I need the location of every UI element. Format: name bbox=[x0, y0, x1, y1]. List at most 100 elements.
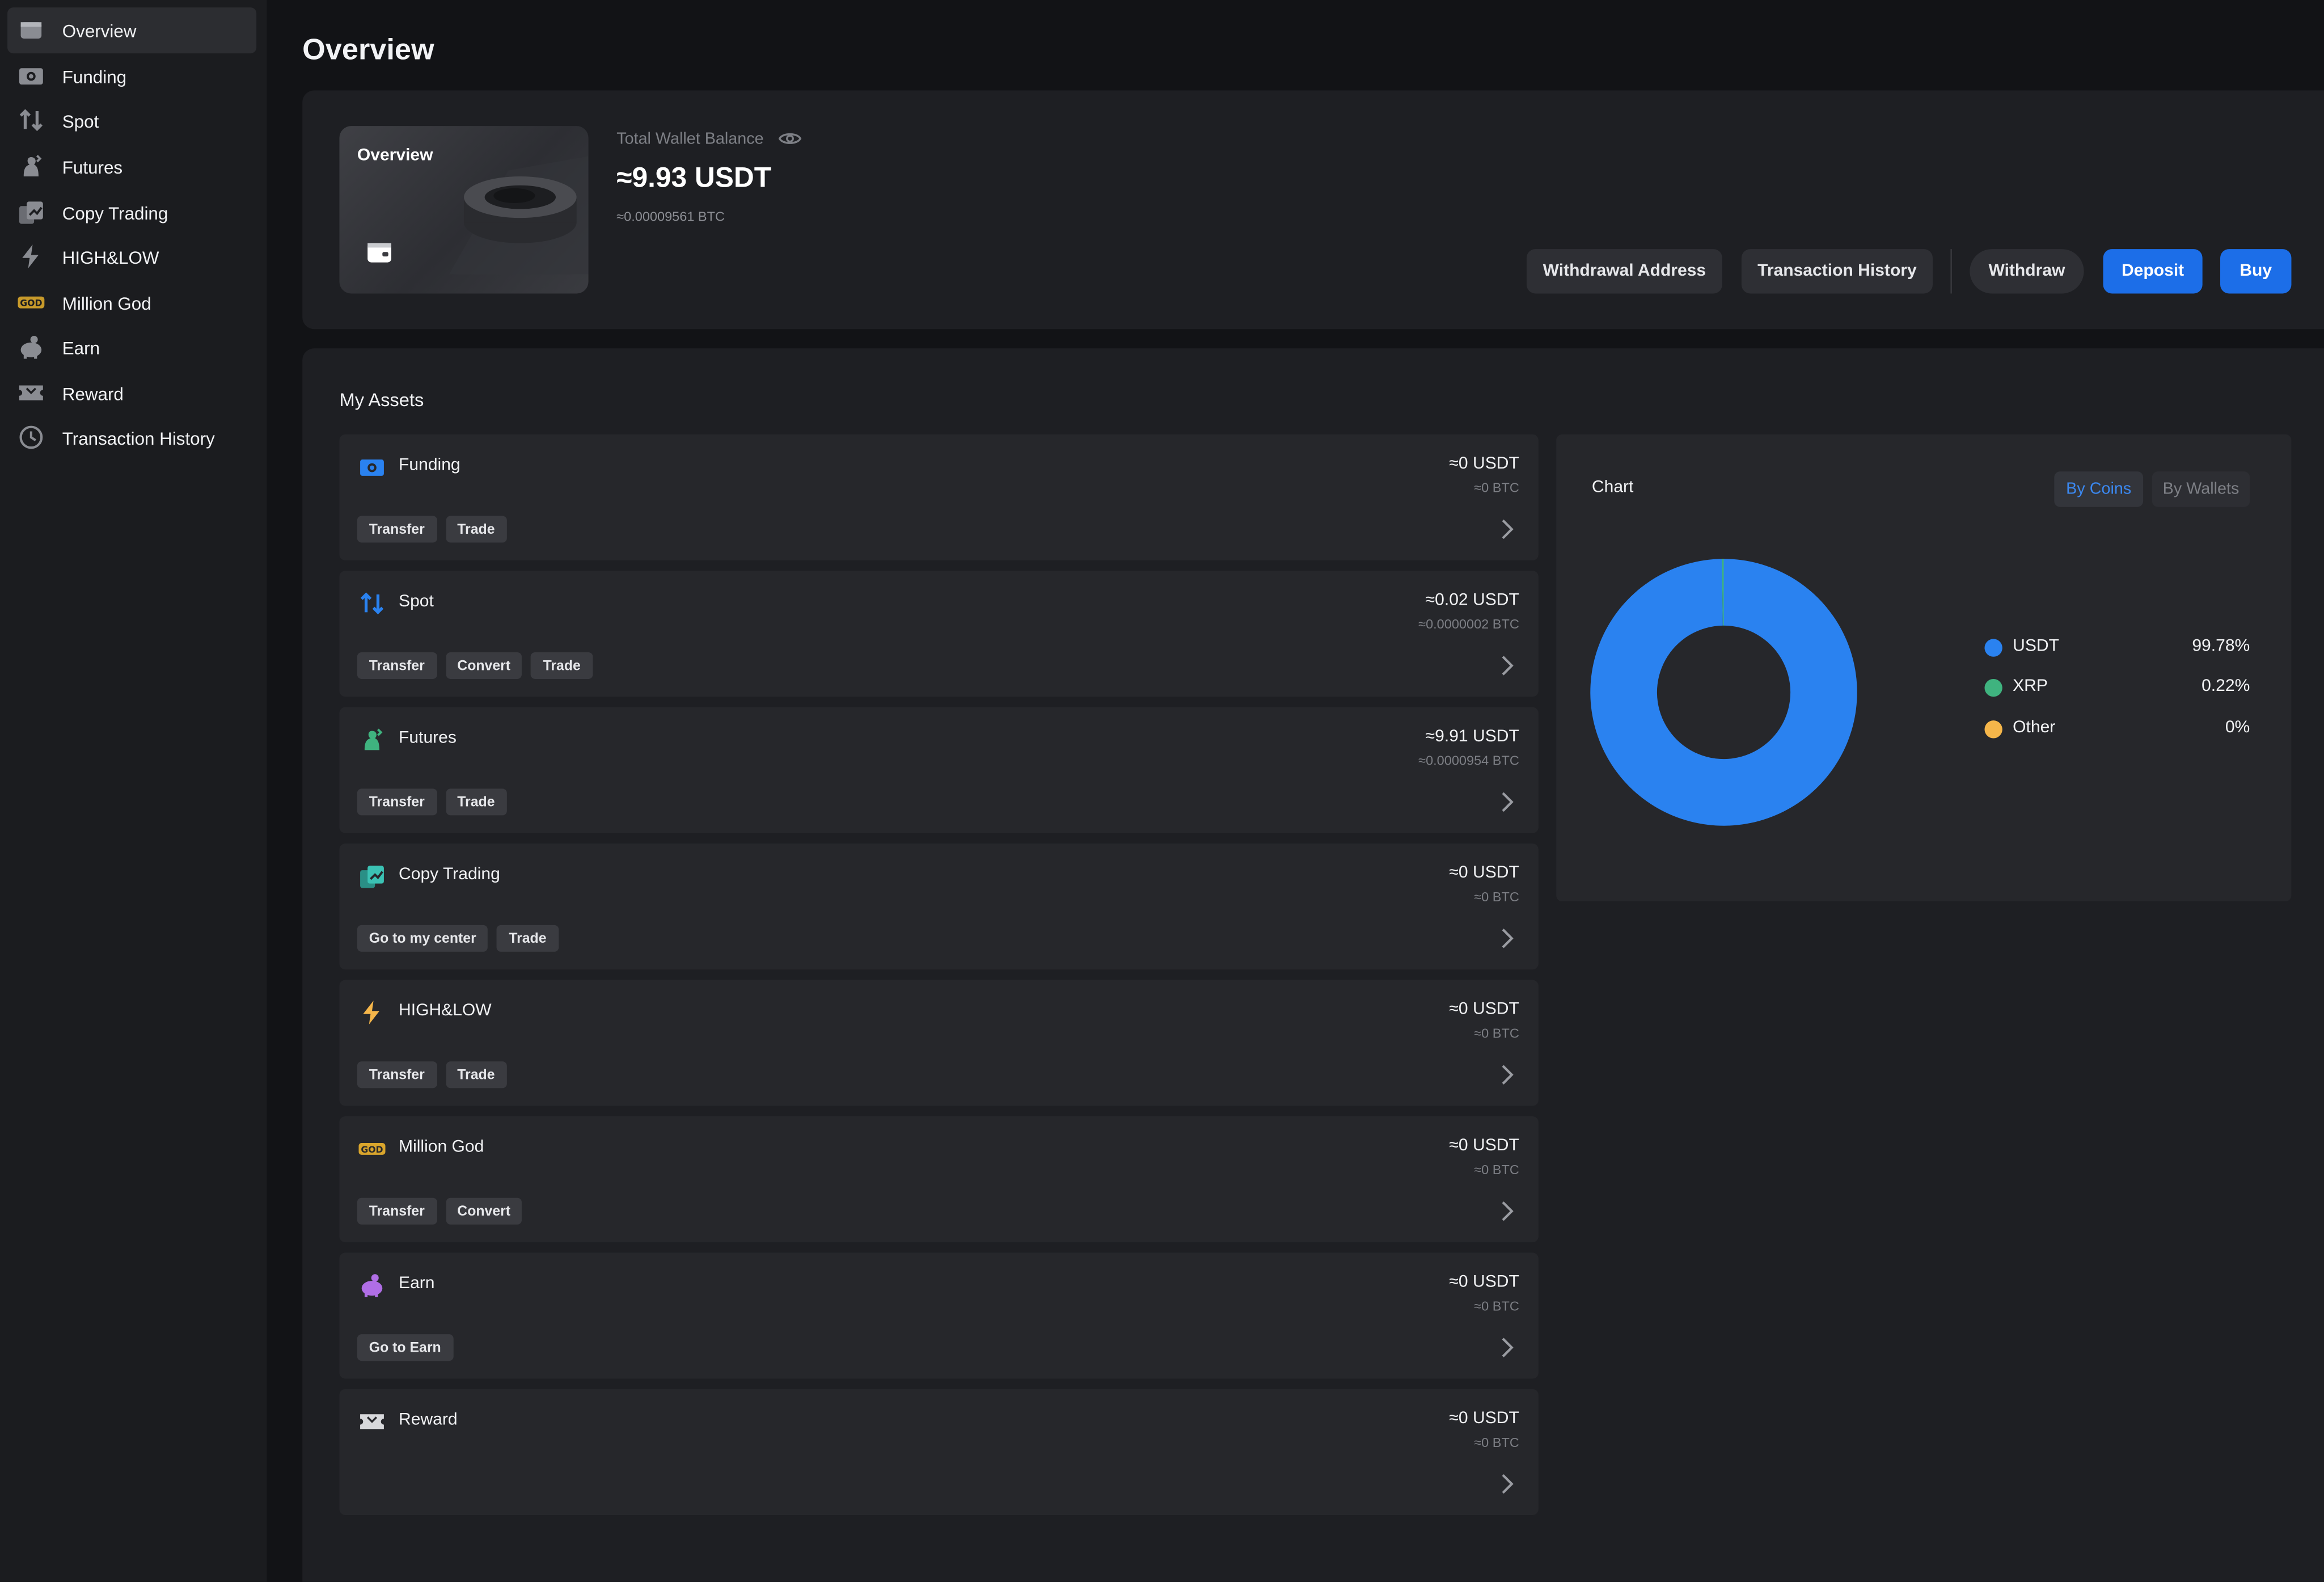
withdraw-button[interactable]: Withdraw bbox=[1970, 249, 2084, 294]
asset-usdt-value: ≈9.91 USDT bbox=[1425, 728, 1519, 746]
copy-trading-icon bbox=[358, 863, 385, 889]
legend-label: Other bbox=[2013, 719, 2056, 737]
deposit-button[interactable]: Deposit bbox=[2103, 249, 2203, 294]
asset-btc-value: ≈0 BTC bbox=[1474, 1298, 1519, 1314]
buy-button[interactable]: Buy bbox=[2220, 249, 2292, 294]
page-title: Overview bbox=[302, 34, 434, 67]
sidebar-item-label: Copy Trading bbox=[62, 202, 168, 223]
futures-icon bbox=[358, 727, 385, 753]
lightning-icon bbox=[18, 243, 44, 270]
legend-label: XRP bbox=[2013, 677, 2048, 695]
legend-item-xrp: XRP 0.22% bbox=[1984, 676, 2250, 700]
chevron-right-icon[interactable] bbox=[1500, 926, 1515, 950]
divider bbox=[1950, 249, 1952, 294]
asset-btc-value: ≈0 BTC bbox=[1474, 889, 1519, 905]
trade-button[interactable]: Trade bbox=[445, 788, 507, 816]
legend-label: USDT bbox=[2013, 637, 2059, 656]
sidebar-item-label: Transaction History bbox=[62, 427, 215, 449]
asset-card-funding[interactable]: Funding ≈0 USDT ≈0 BTC Transfer Trade bbox=[339, 434, 1539, 560]
by-wallets-toggle[interactable]: By Wallets bbox=[2152, 471, 2250, 507]
asset-name: Futures bbox=[399, 729, 457, 748]
svg-text:GOD: GOD bbox=[20, 298, 42, 309]
asset-card-futures[interactable]: Futures ≈9.91 USDT ≈0.0000954 BTC Transf… bbox=[339, 707, 1539, 833]
asset-card-spot[interactable]: Spot ≈0.02 USDT ≈0.0000002 BTC Transfer … bbox=[339, 571, 1539, 697]
asset-usdt-value: ≈0 USDT bbox=[1449, 1001, 1519, 1019]
asset-usdt-value: ≈0 USDT bbox=[1449, 1273, 1519, 1292]
overview-card-title: Overview bbox=[357, 146, 433, 165]
go-to-my-center-button[interactable]: Go to my center bbox=[357, 925, 488, 952]
clock-icon bbox=[18, 424, 44, 450]
trade-button[interactable]: Trade bbox=[497, 925, 559, 952]
ticket-icon bbox=[358, 1408, 385, 1435]
asset-name: Funding bbox=[399, 456, 460, 475]
by-coins-toggle[interactable]: By Coins bbox=[2054, 471, 2144, 507]
sidebar-item-label: Earn bbox=[62, 337, 100, 358]
lightning-icon bbox=[358, 999, 385, 1026]
convert-button[interactable]: Convert bbox=[445, 652, 523, 679]
total-balance-btc: ≈0.00009561 BTC bbox=[616, 209, 725, 224]
asset-btc-value: ≈0.0000954 BTC bbox=[1418, 753, 1519, 768]
asset-usdt-value: ≈0.02 USDT bbox=[1425, 591, 1519, 610]
asset-card-million-god[interactable]: GOD Million God ≈0 USDT ≈0 BTC Transfer … bbox=[339, 1116, 1539, 1243]
copy-trading-icon bbox=[18, 199, 44, 225]
sidebar-item-transaction-history[interactable]: Transaction History bbox=[7, 415, 256, 461]
asset-btc-value: ≈0 BTC bbox=[1474, 1162, 1519, 1178]
transfer-button[interactable]: Transfer bbox=[357, 1061, 437, 1089]
total-balance-label: Total Wallet Balance bbox=[616, 130, 764, 149]
transfer-button[interactable]: Transfer bbox=[357, 1197, 437, 1225]
wallet-icon bbox=[367, 243, 391, 263]
withdrawal-address-button[interactable]: Withdrawal Address bbox=[1526, 249, 1722, 294]
transfer-button[interactable]: Transfer bbox=[357, 652, 437, 679]
asset-card-earn[interactable]: Earn ≈0 USDT ≈0 BTC Go to Earn bbox=[339, 1252, 1539, 1379]
asset-card-high-low[interactable]: HIGH&LOW ≈0 USDT ≈0 BTC Transfer Trade bbox=[339, 980, 1539, 1106]
sidebar-item-million-god[interactable]: GOD Million God bbox=[7, 280, 256, 326]
eye-icon[interactable] bbox=[778, 129, 802, 148]
asset-usdt-value: ≈0 USDT bbox=[1449, 1137, 1519, 1155]
trade-button[interactable]: Trade bbox=[531, 652, 593, 679]
asset-card-copy-trading[interactable]: Copy Trading ≈0 USDT ≈0 BTC Go to my cen… bbox=[339, 843, 1539, 970]
asset-usdt-value: ≈0 USDT bbox=[1449, 864, 1519, 883]
chevron-right-icon[interactable] bbox=[1500, 1199, 1515, 1223]
chevron-right-icon[interactable] bbox=[1500, 654, 1515, 678]
transfer-button[interactable]: Transfer bbox=[357, 516, 437, 543]
chevron-right-icon[interactable] bbox=[1500, 790, 1515, 814]
assets-title: My Assets bbox=[339, 390, 424, 411]
million-god-icon: GOD bbox=[358, 1136, 386, 1162]
ticket-icon bbox=[18, 379, 44, 406]
asset-btc-value: ≈0 BTC bbox=[1474, 480, 1519, 495]
spot-arrows-icon bbox=[358, 590, 385, 617]
chart-title: Chart bbox=[1591, 479, 1634, 497]
sidebar-item-copy-trading[interactable]: Copy Trading bbox=[7, 190, 256, 236]
sidebar-item-earn[interactable]: Earn bbox=[7, 324, 256, 370]
overview-card: Overview bbox=[339, 126, 589, 294]
transaction-history-button[interactable]: Transaction History bbox=[1741, 249, 1933, 294]
asset-btc-value: ≈0.0000002 BTC bbox=[1418, 617, 1519, 632]
legend-item-other: Other 0% bbox=[1984, 718, 2250, 741]
trade-button[interactable]: Trade bbox=[445, 1061, 507, 1089]
trade-button[interactable]: Trade bbox=[445, 516, 507, 543]
total-balance-value: ≈9.93 USDT bbox=[616, 163, 772, 195]
convert-button[interactable]: Convert bbox=[445, 1197, 523, 1225]
sidebar-item-overview[interactable]: Overview bbox=[7, 7, 257, 54]
donut-chart bbox=[1590, 559, 1857, 826]
transfer-button[interactable]: Transfer bbox=[357, 788, 437, 816]
asset-name: Earn bbox=[399, 1275, 435, 1293]
go-to-earn-button[interactable]: Go to Earn bbox=[357, 1334, 453, 1361]
asset-usdt-value: ≈0 USDT bbox=[1449, 1410, 1519, 1428]
chevron-right-icon[interactable] bbox=[1500, 1063, 1515, 1087]
sidebar-item-label: Reward bbox=[62, 383, 124, 404]
asset-name: Reward bbox=[399, 1411, 458, 1429]
wallet-icon bbox=[18, 16, 44, 43]
chevron-right-icon[interactable] bbox=[1500, 517, 1515, 541]
sidebar-item-high-low[interactable]: HIGH&LOW bbox=[7, 234, 256, 280]
sidebar-item-reward[interactable]: Reward bbox=[7, 370, 256, 416]
chevron-right-icon[interactable] bbox=[1500, 1472, 1515, 1496]
chevron-right-icon[interactable] bbox=[1500, 1336, 1515, 1360]
piggy-bank-icon bbox=[18, 334, 44, 360]
coin-illustration bbox=[449, 156, 589, 275]
sidebar-item-spot[interactable]: Spot bbox=[7, 98, 256, 144]
asset-name: HIGH&LOW bbox=[399, 1002, 492, 1020]
sidebar-item-futures[interactable]: Futures bbox=[7, 144, 256, 190]
asset-card-reward[interactable]: Reward ≈0 USDT ≈0 BTC bbox=[339, 1389, 1539, 1515]
sidebar-item-funding[interactable]: Funding bbox=[7, 53, 256, 99]
